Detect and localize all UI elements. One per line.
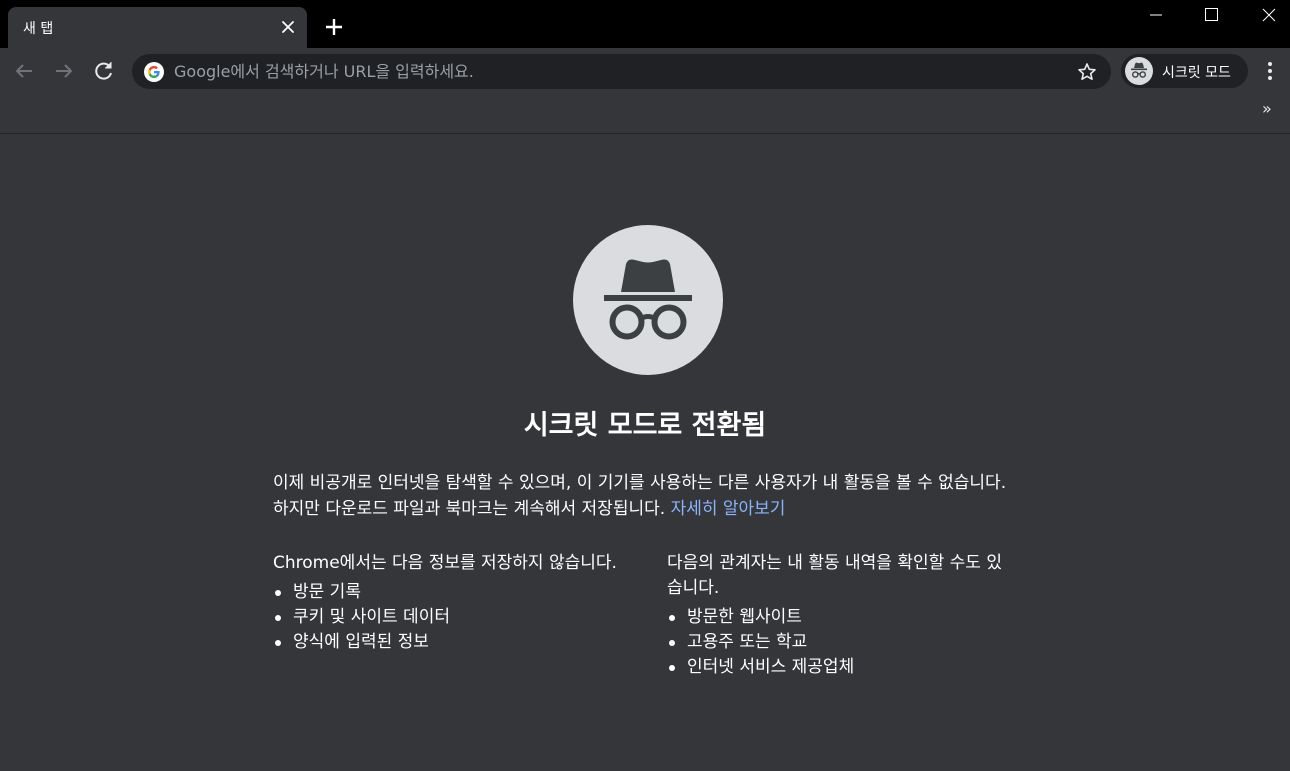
tab-new-tab[interactable]: 새 탭 — [8, 7, 307, 48]
incognito-profile-button[interactable]: 시크릿 모드 — [1121, 54, 1248, 88]
search-input[interactable] — [174, 54, 1064, 89]
plus-icon[interactable] — [322, 15, 346, 39]
reload-icon[interactable] — [91, 58, 117, 84]
visible-to-list: 다음의 관계자는 내 활동 내역을 확인할 수도 있습니다. 방문한 웹사이트 … — [667, 551, 1017, 680]
incognito-icon — [1125, 57, 1153, 85]
page-title: 시크릿 모드로 전환됨 — [523, 410, 767, 441]
profile-label: 시크릿 모드 — [1162, 65, 1231, 81]
list-item: 인터넷 서비스 제공업체 — [667, 655, 1017, 680]
arrow-forward-icon[interactable] — [51, 58, 77, 84]
arrow-back-icon[interactable] — [11, 58, 37, 84]
address-bar[interactable] — [132, 54, 1111, 89]
incognito-description: 이제 비공개로 인터넷을 탐색할 수 있으며, 이 기기를 사용하는 다른 사용… — [273, 470, 1023, 522]
learn-more-link[interactable]: 자세히 알아보기 — [671, 499, 786, 519]
close-icon[interactable] — [278, 17, 298, 37]
tab-title: 새 탭 — [23, 21, 54, 37]
tab-strip: 새 탭 — [0, 0, 1290, 48]
toolbar: 시크릿 모드 — [0, 48, 1290, 94]
not-saved-list: Chrome에서는 다음 정보를 저장하지 않습니다. 방문 기록 쿠키 및 사… — [273, 551, 623, 655]
visible-to-title: 다음의 관계자는 내 활동 내역을 확인할 수도 있습니다. — [667, 553, 1002, 598]
not-saved-title: Chrome에서는 다음 정보를 저장하지 않습니다. — [273, 553, 617, 573]
incognito-icon — [573, 225, 723, 375]
minimize-icon[interactable] — [1133, 0, 1179, 30]
star-icon[interactable] — [1076, 61, 1098, 83]
window-close-icon[interactable] — [1244, 0, 1290, 30]
list-item: 쿠키 및 사이트 데이터 — [273, 605, 623, 630]
list-item: 방문 기록 — [273, 580, 623, 605]
incognito-page: 시크릿 모드로 전환됨 이제 비공개로 인터넷을 탐색할 수 있으며, 이 기기… — [0, 135, 1290, 771]
google-g-icon — [144, 62, 164, 82]
list-item: 양식에 입력된 정보 — [273, 630, 623, 655]
description-text: 이제 비공개로 인터넷을 탐색할 수 있으며, 이 기기를 사용하는 다른 사용… — [273, 473, 1007, 519]
more-vert-icon[interactable] — [1260, 59, 1280, 83]
list-item: 고용주 또는 학교 — [667, 630, 1017, 655]
bookmarks-overflow-button[interactable]: » — [1262, 99, 1272, 118]
bookmarks-bar: » — [0, 94, 1290, 134]
maximize-icon[interactable] — [1188, 0, 1234, 30]
list-item: 방문한 웹사이트 — [667, 605, 1017, 630]
